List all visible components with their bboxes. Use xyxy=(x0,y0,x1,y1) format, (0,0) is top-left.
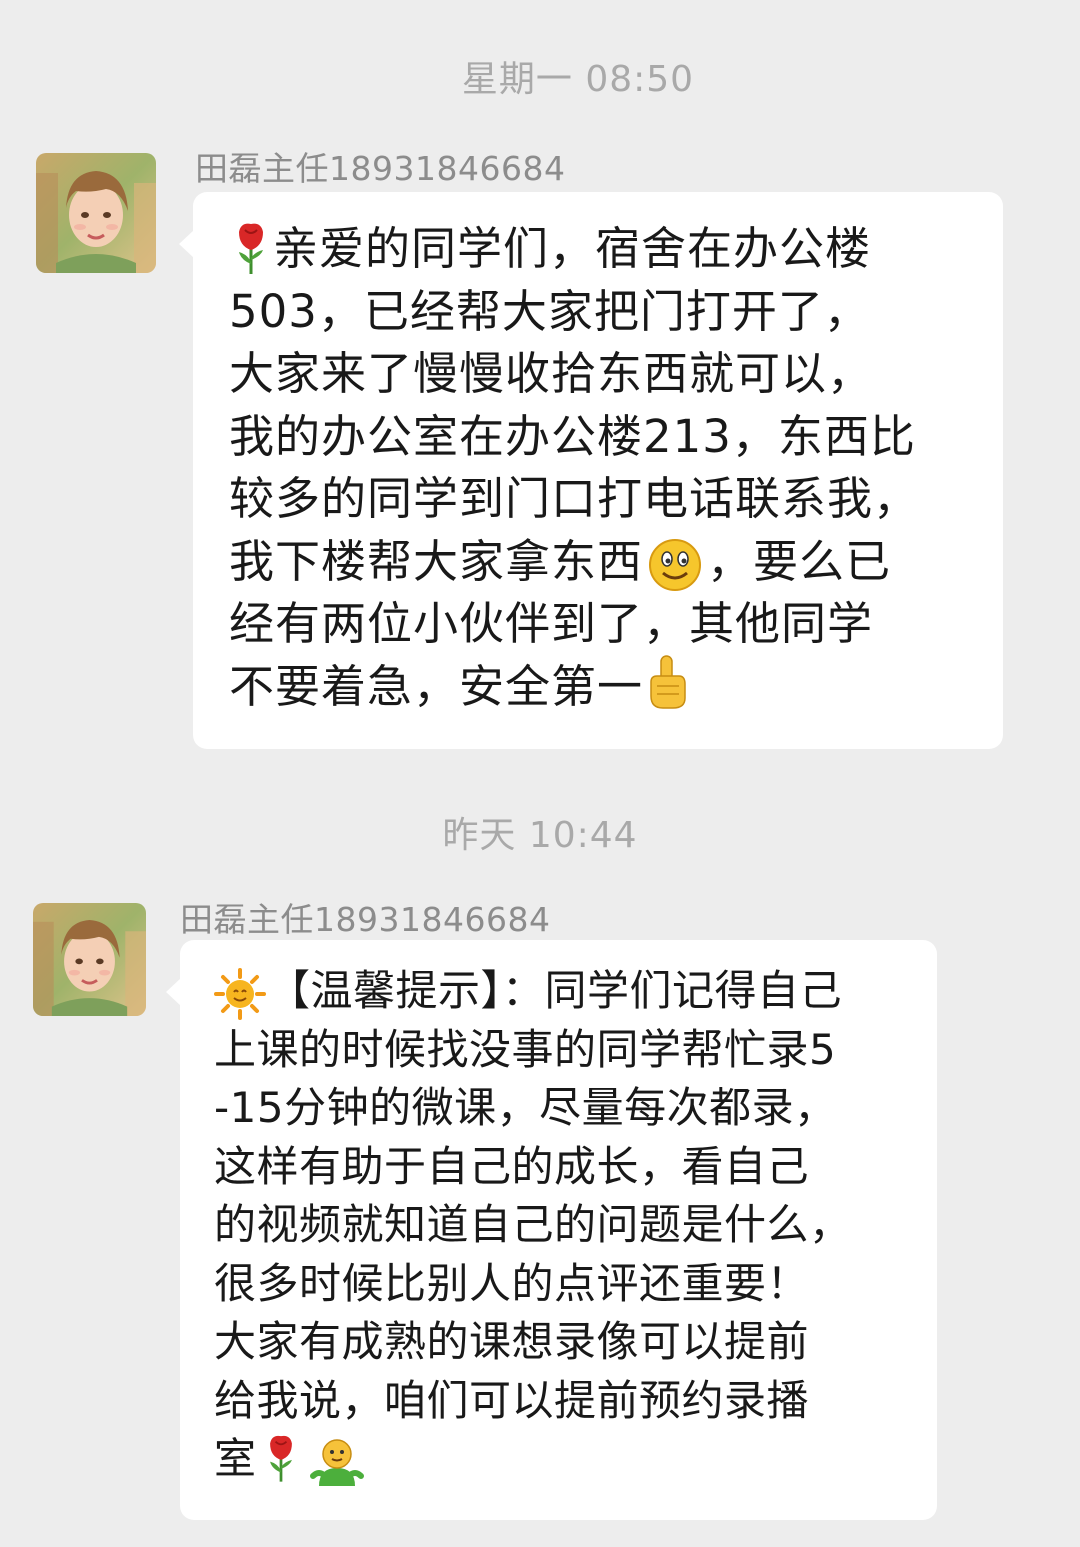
rose-emoji xyxy=(261,1432,301,1484)
message-line: 【温馨提示】：同学们记得自己 xyxy=(214,962,907,1021)
message-line: 我的办公室在办公楼213，东西比 xyxy=(229,409,916,463)
message-line: 室 xyxy=(214,1430,907,1489)
message-bubble[interactable]: 【温馨提示】：同学们记得自己 上课的时候找没事的同学帮忙录5 -15分钟的微课，… xyxy=(166,940,937,1520)
message-line: 大家有成熟的课想录像可以提前 xyxy=(214,1317,810,1366)
sender-name: 田磊主任18931846684 xyxy=(180,900,551,939)
message-line: 较多的同学到门口打电话联系我， xyxy=(229,472,920,525)
smile-emoji xyxy=(647,537,703,593)
sender-avatar[interactable] xyxy=(33,903,146,1016)
message-line: 503，已经帮大家把门打开了， xyxy=(229,284,870,338)
sender-name: 田磊主任18931846684 xyxy=(195,149,566,188)
point-up-emoji xyxy=(643,652,691,712)
message-line: 经有两位小伙伴到了，其他同学 xyxy=(229,597,874,650)
message-line: 大家来了慢慢收拾东西就可以， xyxy=(229,347,874,400)
message-line: 的视频就知道自己的问题是什么， xyxy=(214,1200,852,1249)
person-emoji xyxy=(309,1436,365,1488)
rose-emoji xyxy=(229,220,273,276)
sun-emoji xyxy=(214,967,266,1020)
avatar-portrait xyxy=(33,903,146,1016)
message-line: 我下楼帮大家拿东西 ，要么已 xyxy=(229,531,973,594)
message-line: 上课的时候找没事的同学帮忙录5 xyxy=(214,1024,837,1074)
message-line: 很多时候比别人的点评还重要！ xyxy=(214,1258,810,1308)
message-bubble[interactable]: 亲爱的同学们，宿舍在办公楼 503，已经帮大家把门打开了， 大家来了慢慢收拾东西… xyxy=(179,192,1003,749)
message-line: 这样有助于自己的成长，看自己 xyxy=(214,1141,810,1191)
avatar-portrait xyxy=(36,153,156,273)
message-line: 不要着急，安全第一 xyxy=(229,654,973,719)
message-line: 给我说，咱们可以提前预约录播 xyxy=(214,1375,810,1425)
message-line: -15分钟的微课，尽量每次都录， xyxy=(214,1083,837,1132)
message-timestamp: 星期一 08:50 xyxy=(461,59,695,100)
sender-avatar[interactable] xyxy=(36,153,156,273)
message-timestamp: 昨天 10:44 xyxy=(442,815,638,856)
message-line: 亲爱的同学们，宿舍在办公楼 xyxy=(229,218,973,281)
